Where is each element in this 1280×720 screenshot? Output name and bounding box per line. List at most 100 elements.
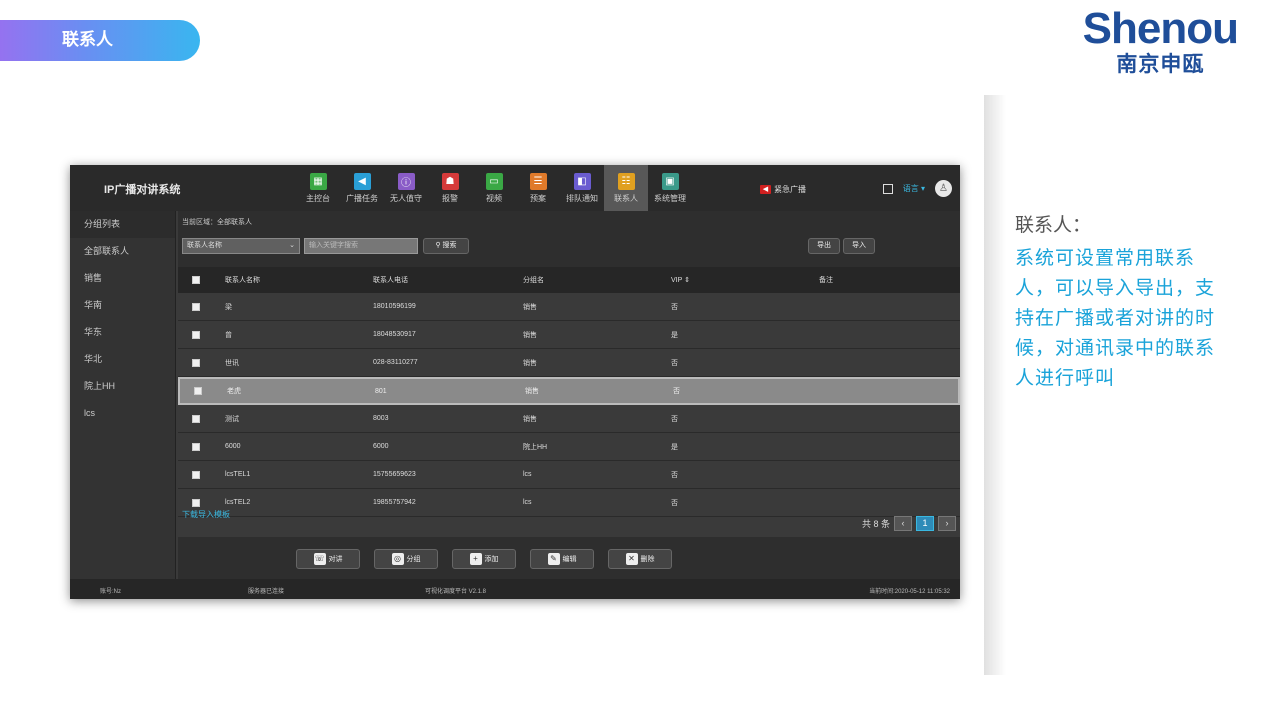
select-all-checkbox[interactable] [192,276,200,284]
row-checkbox[interactable] [192,498,200,507]
breadcrumb: 当前区域：全部联系人 [182,219,252,226]
pagination: 共 8 条 ‹ 1 › [862,516,956,531]
row-checkbox-cell [192,461,200,488]
row-checkbox[interactable] [192,470,200,479]
table-row[interactable]: 世讯 028-83110277 销售 否 [178,349,960,377]
sidebar-item[interactable]: 全部联系人 [70,238,175,265]
row-checkbox-cell [192,405,200,432]
group-button[interactable]: ◎ 分组 [374,549,438,569]
download-template-link[interactable]: 下载导入模板 [182,509,230,520]
breadcrumb-bar: 当前区域：全部联系人 [178,211,960,235]
current-page-button[interactable]: 1 [916,516,934,531]
row-checkbox[interactable] [192,358,200,367]
search-button[interactable]: ⚲ 搜索 [423,238,469,254]
table-row[interactable]: lcsTEL2 19855757942 lcs 否 [178,489,960,517]
nav-item-3[interactable]: ☗ 报警 [428,165,472,211]
add-button[interactable]: + 添加 [452,549,516,569]
group-icon: ◎ [391,553,404,565]
table-cell: 否 [671,471,678,479]
import-button[interactable]: 导入 [843,238,875,254]
table-cell: lcs [523,499,532,506]
field-select-value: 联系人名称 [187,242,222,249]
footer-platform: 可视化调度平台 V2.1.8 [425,589,487,595]
footer-server-status: 服务器已连接 [248,589,285,595]
row-checkbox[interactable] [192,414,200,423]
sidebar-item[interactable]: 华南 [70,292,175,319]
total-count: 共 8 条 [861,519,890,529]
sidebar-item[interactable]: 华北 [70,346,175,373]
table-row[interactable]: 测试 8003 销售 否 [178,405,960,433]
table-row[interactable]: 曾 18048530917 销售 是 [178,321,960,349]
table-cell: 19855757942 [373,499,416,506]
sidebar-item[interactable]: 院上HH [70,373,175,400]
sidebar-item[interactable]: 销售 [70,265,175,292]
search-button-label: 搜索 [442,242,457,249]
nav-item-2[interactable]: ⓘ 无人值守 [384,165,428,211]
table-row[interactable]: 老虎 801 销售 否 [178,377,960,405]
column-header: 分组名 [523,277,544,284]
footer-account: 账号:Nz [100,589,122,595]
nav-item-0[interactable]: ▦ 主控台 [296,165,340,211]
nav-label: 联系人 [614,193,638,203]
emergency-broadcast-button[interactable]: ◀ 紧急广播 [760,184,806,195]
intercom-button[interactable]: ☏ 对讲 [296,549,360,569]
emergency-label: 紧急广播 [774,185,806,194]
dashboard-icon: ▦ [309,172,327,190]
nav-item-5[interactable]: ☰ 预案 [516,165,560,211]
row-checkbox-cell [194,379,202,403]
table-row[interactable]: lcsTEL1 15755659623 lcs 否 [178,461,960,489]
column-header[interactable]: VIP ⇕ [671,267,690,293]
table-row[interactable]: 6000 6000 院上HH 是 [178,433,960,461]
table-cell: 销售 [523,415,537,423]
row-checkbox[interactable] [192,442,200,451]
contacts-table: 联系人名称 联系人电话 分组名 VIP ⇕ 备注梁 18010596199 销售否曾 1804… [178,267,960,517]
next-page-button[interactable]: › [938,516,956,531]
sidebar-item[interactable]: lcs [70,400,175,427]
fullscreen-icon[interactable] [882,183,893,194]
nav-item-7[interactable]: ☷ 联系人 [604,165,648,211]
add-icon: + [469,553,482,565]
nav-item-6[interactable]: ◧ 排队通知 [560,165,604,211]
search-input[interactable]: 输入关键字搜索 [304,238,418,254]
delete-button[interactable]: ✕ 删除 [608,549,672,569]
table-cell: 梁 [225,303,232,311]
row-checkbox[interactable] [194,387,202,395]
nav-label: 排队通知 [566,193,598,203]
nav-item-8[interactable]: ▣ 系统管理 [648,165,692,211]
row-checkbox-cell [192,433,200,460]
row-checkbox-cell [192,293,200,320]
system-icon: ▣ [661,172,679,190]
prev-page-button[interactable]: ‹ [894,516,912,531]
search-icon: ⚲ [435,242,443,249]
field-select[interactable]: 联系人名称 ⌄ [182,238,300,254]
sidebar-item[interactable]: 华东 [70,319,175,346]
export-button[interactable]: 导出 [808,238,840,254]
chevron-down-icon: ⌄ [289,242,295,249]
contacts-icon: ☷ [617,172,635,190]
nav-item-4[interactable]: ▭ 视频 [472,165,516,211]
table-cell: lcsTEL1 [225,471,251,478]
table-cell: 世讯 [225,359,239,367]
brand-logo: Shenou 南京申瓯 [1083,6,1239,77]
nav-item-1[interactable]: ◀ 广播任务 [340,165,384,211]
sidebar-header: 分组列表 [70,211,175,238]
column-header: 备注 [819,277,833,284]
logo-text-cn: 南京申瓯 [1116,52,1205,76]
table-row[interactable]: 梁 18010596199 销售 否 [178,293,960,321]
queue-icon: ◧ [573,172,591,190]
status-footer: 账号:Nz 服务器已连接 可视化调度平台 V2.1.8 当前时间:2020-05… [70,579,960,599]
edit-button[interactable]: ✎ 编辑 [530,549,594,569]
column-header: 联系人电话 [373,277,408,284]
row-checkbox[interactable] [192,302,200,311]
action-label: 编辑 [562,556,577,563]
user-avatar-icon[interactable]: ♙ [935,180,952,197]
table-cell: 是 [671,443,678,451]
group-sidebar: 分组列表 全部联系人 销售 华南 华东 华北 院上HH lcs [70,211,176,579]
table-cell: 否 [671,359,678,367]
row-checkbox[interactable] [192,330,200,339]
action-label: 对讲 [328,556,343,563]
row-checkbox-cell [192,321,200,348]
table-cell: 销售 [523,359,537,367]
nav-label: 无人值守 [390,193,422,203]
language-dropdown[interactable]: 语言 ▾ [903,183,925,194]
